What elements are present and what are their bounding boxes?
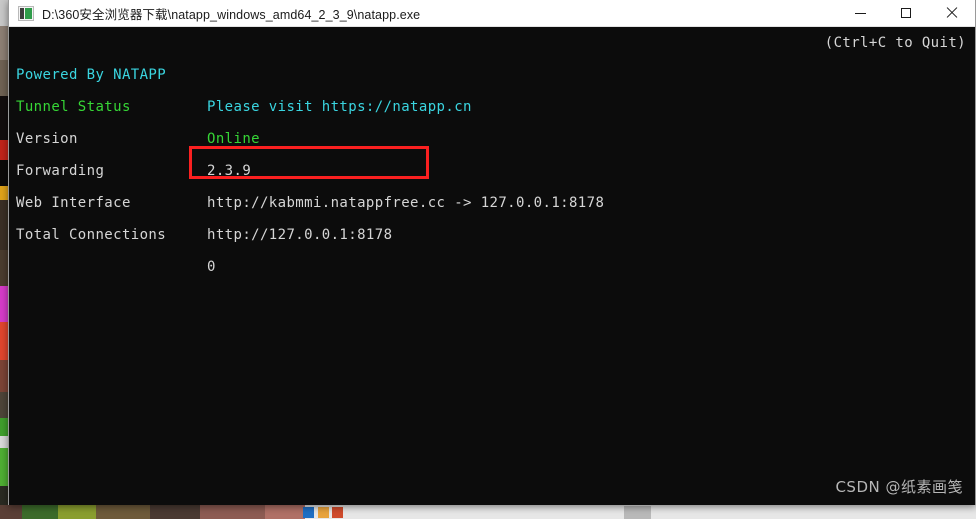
terminal-row-tunnel-status: Tunnel Status Online (9, 59, 260, 147)
maximize-icon (901, 8, 911, 18)
terminal-value: 2.3.9 (207, 163, 252, 179)
console-window: D:\360安全浏览器下载\natapp_windows_amd64_2_3_9… (8, 0, 976, 505)
console-app-icon (18, 5, 34, 21)
minimize-button[interactable] (837, 0, 883, 27)
terminal-value: http://kabmmi.natappfree.cc -> 127.0.0.1… (207, 195, 605, 211)
quit-hint-text: (Ctrl+C to Quit) (824, 35, 966, 51)
taskbar-item-active[interactable] (624, 506, 651, 519)
terminal-label: Total Connections (16, 227, 167, 243)
terminal-value: Please visit https://natapp.cn (207, 99, 472, 115)
terminal-value: 0 (207, 259, 216, 275)
terminal-value: Online (207, 131, 260, 147)
terminal-output[interactable]: Powered By NATAPP Please visit https://n… (9, 27, 975, 505)
taskbar-icon-browser[interactable] (303, 507, 314, 518)
close-button[interactable] (929, 0, 975, 27)
close-icon (946, 7, 958, 19)
taskbar-icon-app[interactable] (332, 507, 343, 518)
terminal-row-forwarding: Forwarding http://kabmmi.natappfree.cc -… (9, 123, 604, 211)
taskbar-icon-folder[interactable] (318, 507, 329, 518)
terminal-row-powered-by: Powered By NATAPP Please visit https://n… (9, 27, 471, 115)
terminal-row-web-interface: Web Interface http://127.0.0.1:8178 (9, 155, 392, 243)
window-titlebar[interactable]: D:\360安全浏览器下载\natapp_windows_amd64_2_3_9… (9, 0, 975, 27)
terminal-row-total-connections: Total Connections 0 (9, 187, 215, 275)
window-controls (837, 0, 975, 27)
terminal-value: http://127.0.0.1:8178 (207, 227, 393, 243)
terminal-row-version: Version 2.3.9 (9, 91, 251, 179)
minimize-icon (854, 12, 866, 14)
window-title: D:\360安全浏览器下载\natapp_windows_amd64_2_3_9… (42, 7, 421, 22)
watermark: CSDN @纸素画笺 (835, 478, 963, 496)
maximize-button[interactable] (883, 0, 929, 27)
